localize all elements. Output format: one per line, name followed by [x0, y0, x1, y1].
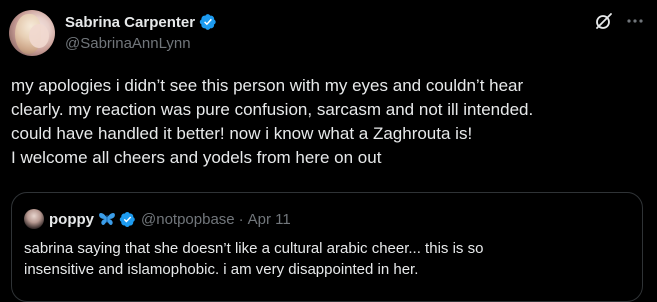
quoted-author-handle: @notpopbase: [141, 210, 235, 228]
quoted-text-line: sabrina saying that she doesn’t like a c…: [24, 240, 484, 257]
more-icon[interactable]: [625, 11, 645, 31]
butterfly-icon: [99, 212, 115, 225]
quoted-post-header: poppy @notpopbase · Apr 11: [24, 209, 291, 229]
author-avatar[interactable]: [9, 10, 55, 56]
post: Sabrina Carpenter @SabrinaAnnLynn my apo…: [0, 0, 657, 302]
author-handle[interactable]: @SabrinaAnnLynn: [65, 35, 217, 52]
post-header: Sabrina Carpenter @SabrinaAnnLynn: [65, 12, 217, 52]
quoted-text-line: insensitive and islamophobic. i am very …: [24, 261, 419, 278]
post-text-line: my apologies i didn’t see this person wi…: [11, 76, 524, 95]
grok-icon[interactable]: [594, 11, 614, 31]
post-text-line: could have handled it better! now i know…: [11, 124, 473, 143]
name-row: Sabrina Carpenter: [65, 12, 217, 32]
post-text-line: clearly. my reaction was pure confusion,…: [11, 100, 534, 119]
post-text-line: I welcome all cheers and yodels from her…: [11, 148, 382, 167]
separator-dot: ·: [238, 210, 244, 228]
quoted-post-date: Apr 11: [247, 210, 291, 228]
quoted-post[interactable]: poppy @notpopbase · Apr 11 sabrina sayin…: [11, 192, 643, 302]
verified-badge-icon: [199, 14, 216, 30]
quoted-author-avatar: [24, 209, 44, 229]
avatar-face: [29, 24, 49, 48]
post-text: my apologies i didn’t see this person wi…: [11, 74, 651, 170]
author-display-name[interactable]: Sabrina Carpenter: [65, 14, 195, 31]
quoted-post-text: sabrina saying that she doesn’t like a c…: [24, 238, 634, 280]
verified-badge-icon: [119, 211, 135, 227]
quoted-author-display-name: poppy: [49, 210, 94, 228]
